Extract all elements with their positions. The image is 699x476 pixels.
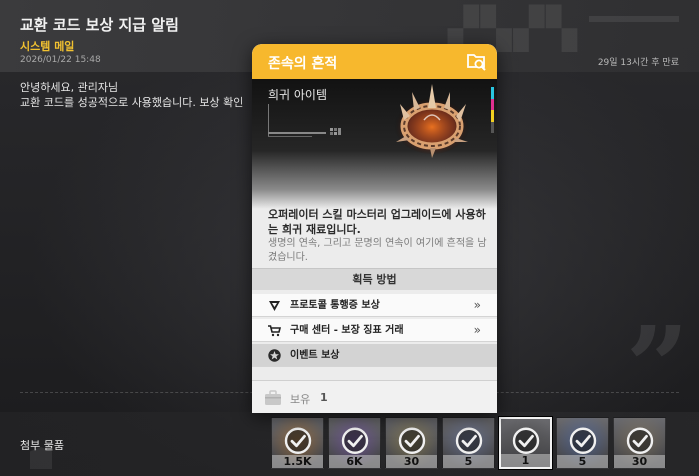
quote-decoration: ” <box>625 302 689 431</box>
attachment-slot[interactable]: 1.5K <box>271 417 324 469</box>
acquire-protocol-pass[interactable]: 프로토콜 통행증 보상 » <box>252 294 497 317</box>
claimed-check-icon <box>569 427 596 454</box>
attachment-slot[interactable]: 6K <box>328 417 381 469</box>
mail-sender: 시스템 메일 <box>20 40 75 53</box>
attachment-slot[interactable]: 30 <box>613 417 666 469</box>
trace-of-continuity-item-icon <box>394 84 470 158</box>
attachment-quantity: 5 <box>557 455 608 468</box>
claimed-check-icon <box>626 427 653 454</box>
item-barcode-decoration <box>268 104 341 137</box>
claimed-check-icon <box>455 427 482 454</box>
mail-expire: 29일 13시간 후 만료 <box>597 58 679 68</box>
acquire-event-reward: 이벤트 보상 <box>252 344 497 367</box>
acquire-label: 이벤트 보상 <box>290 350 340 361</box>
claimed-check-icon <box>284 427 311 454</box>
item-description: 오퍼레이터 스킬 마스터리 업그레이드에 사용하는 희귀 재료입니다. <box>268 208 486 236</box>
mail-body: 안녕하세요, 관리자님 교환 코드를 성공적으로 사용했습니다. 보상 확인 <box>20 80 243 110</box>
chevron-right-icon: » <box>473 323 481 337</box>
rarity-color-strip <box>491 87 494 133</box>
mail-text: 교환 코드를 성공적으로 사용했습니다. 보상 확인 <box>20 96 244 109</box>
event-star-icon <box>268 349 281 362</box>
attachment-slot[interactable]: 1 <box>499 417 552 469</box>
item-rarity: 희귀 아이템 <box>268 88 328 102</box>
attachment-quantity: 6K <box>329 455 380 468</box>
acquire-shop-trade[interactable]: 구매 센터 - 보장 징표 거래 » <box>252 319 497 342</box>
claimed-check-icon <box>512 427 539 454</box>
acquire-header: 획득 방법 <box>252 268 497 290</box>
item-flavor-text: 생명의 연속, 그리고 문명의 연속이 여기에 흔적을 남겼습니다. <box>268 238 487 263</box>
mail-greeting: 안녕하세요, 관리자님 <box>20 81 119 94</box>
popup-header: 존속의 흔적 <box>252 44 497 79</box>
inventory-bag-icon <box>265 390 281 405</box>
acquire-label: 프로토콜 통행증 보상 <box>290 300 380 311</box>
owned-label: 보유 <box>290 393 311 406</box>
attachment-label: 첨부 물품 <box>20 439 64 452</box>
attachment-quantity: 1.5K <box>272 455 323 468</box>
protocol-pass-icon <box>269 301 280 311</box>
header-deco-line <box>589 16 679 22</box>
acquire-label: 구매 센터 - 보장 징표 거래 <box>290 325 404 336</box>
mail-date: 2026/01/22 15:48 <box>20 55 101 65</box>
owned-count-bar: 보유 1 <box>252 380 497 413</box>
attachment-slot[interactable]: 5 <box>556 417 609 469</box>
attachment-slot[interactable]: 5 <box>442 417 495 469</box>
item-lookup-icon[interactable] <box>465 50 487 72</box>
claimed-check-icon <box>341 427 368 454</box>
shop-cart-icon <box>268 325 281 337</box>
attachment-quantity: 5 <box>443 455 494 468</box>
attachment-quantity: 30 <box>614 455 665 468</box>
item-detail-popup: 존속의 흔적 희귀 아이템 오퍼레이터 스킬 마스터리 업그레이드에 사용하는 … <box>252 44 497 413</box>
chevron-right-icon: » <box>473 298 481 312</box>
attachment-quantity: 1 <box>501 454 550 467</box>
item-name: 존속의 흔적 <box>268 56 338 72</box>
owned-count: 1 <box>320 391 328 404</box>
mail-title: 교환 코드 보상 지급 알림 <box>20 16 179 34</box>
claimed-check-icon <box>398 427 425 454</box>
attachment-quantity: 30 <box>386 455 437 468</box>
attachment-slot[interactable]: 30 <box>385 417 438 469</box>
